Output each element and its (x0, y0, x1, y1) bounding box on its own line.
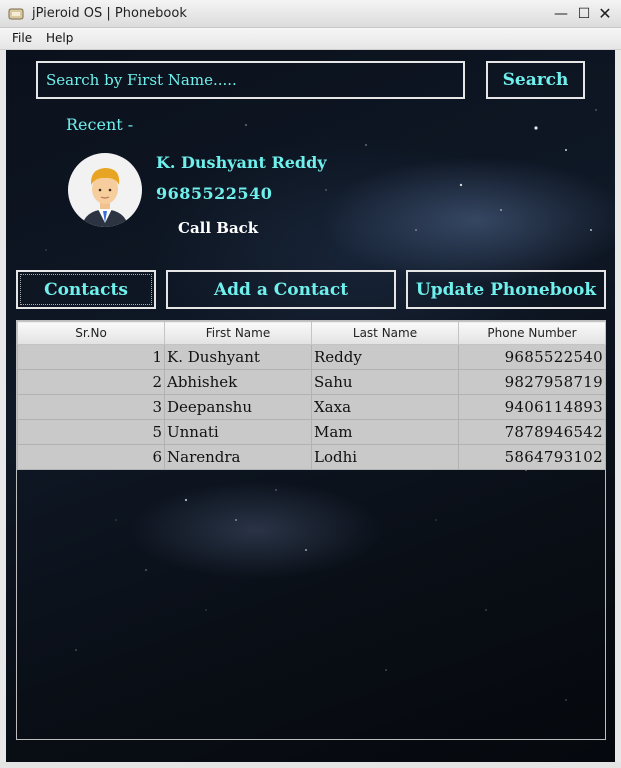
column-header-srno[interactable]: Sr.No (17, 321, 165, 345)
cell-phone-number[interactable]: 9406114893 (458, 394, 606, 420)
search-button[interactable]: Search (486, 61, 585, 99)
column-header-last-name[interactable]: Last Name (311, 321, 459, 345)
person-avatar-icon (82, 168, 128, 227)
cell-first-name[interactable]: Deepanshu (164, 394, 312, 420)
contacts-button[interactable]: Contacts (16, 270, 156, 309)
cell-last-name[interactable]: Reddy (311, 344, 459, 370)
cell-phone-number[interactable]: 7878946542 (458, 419, 606, 445)
recent-contact-name: K. Dushyant Reddy (156, 153, 327, 172)
cell-first-name[interactable]: K. Dushyant (164, 344, 312, 370)
contacts-table: Sr.No First Name Last Name Phone Number … (16, 320, 606, 740)
cell-phone-number[interactable]: 5864793102 (458, 444, 606, 470)
cell-srno[interactable]: 2 (17, 369, 165, 395)
title-bar: jPieroid OS | Phonebook — ☐ ✕ (0, 0, 621, 28)
close-icon[interactable]: ✕ (594, 4, 616, 24)
table-row[interactable]: 3 Deepanshu Xaxa 9406114893 (17, 394, 606, 420)
maximize-icon[interactable]: ☐ (573, 4, 595, 24)
cell-first-name[interactable]: Abhishek (164, 369, 312, 395)
cell-phone-number[interactable]: 9685522540 (458, 344, 606, 370)
table-row[interactable]: 1 K. Dushyant Reddy 9685522540 (17, 344, 606, 370)
menu-bar: File Help (0, 28, 621, 50)
menu-help[interactable]: Help (46, 31, 73, 45)
table-row[interactable]: 2 Abhishek Sahu 9827958719 (17, 369, 606, 395)
cell-srno[interactable]: 5 (17, 419, 165, 445)
main-panel: Search Recent - K. Dushyant Reddy 968552… (6, 50, 615, 762)
call-back-button[interactable]: Call Back (178, 219, 258, 237)
search-input[interactable] (36, 61, 465, 99)
table-header-row: Sr.No First Name Last Name Phone Number (17, 321, 606, 345)
menu-file[interactable]: File (12, 31, 32, 45)
window-bottom-border (0, 762, 621, 768)
recent-label: Recent - (66, 115, 134, 134)
cell-last-name[interactable]: Xaxa (311, 394, 459, 420)
cell-srno[interactable]: 3 (17, 394, 165, 420)
minimize-icon[interactable]: — (550, 4, 572, 24)
recent-contact-phone: 9685522540 (156, 184, 273, 203)
cell-phone-number[interactable]: 9827958719 (458, 369, 606, 395)
cell-srno[interactable]: 6 (17, 444, 165, 470)
cell-srno[interactable]: 1 (17, 344, 165, 370)
table-row[interactable]: 5 Unnati Mam 7878946542 (17, 419, 606, 445)
column-header-phone-number[interactable]: Phone Number (458, 321, 606, 345)
cell-first-name[interactable]: Unnati (164, 419, 312, 445)
cell-last-name[interactable]: Sahu (311, 369, 459, 395)
table-row[interactable]: 6 Narendra Lodhi 5864793102 (17, 444, 606, 470)
cell-last-name[interactable]: Lodhi (311, 444, 459, 470)
cell-last-name[interactable]: Mam (311, 419, 459, 445)
app-icon (8, 8, 24, 20)
cell-first-name[interactable]: Narendra (164, 444, 312, 470)
window-title: jPieroid OS | Phonebook (32, 6, 187, 21)
avatar (68, 153, 142, 227)
add-contact-button[interactable]: Add a Contact (166, 270, 396, 309)
update-phonebook-button[interactable]: Update Phonebook (406, 270, 606, 309)
column-header-first-name[interactable]: First Name (164, 321, 312, 345)
